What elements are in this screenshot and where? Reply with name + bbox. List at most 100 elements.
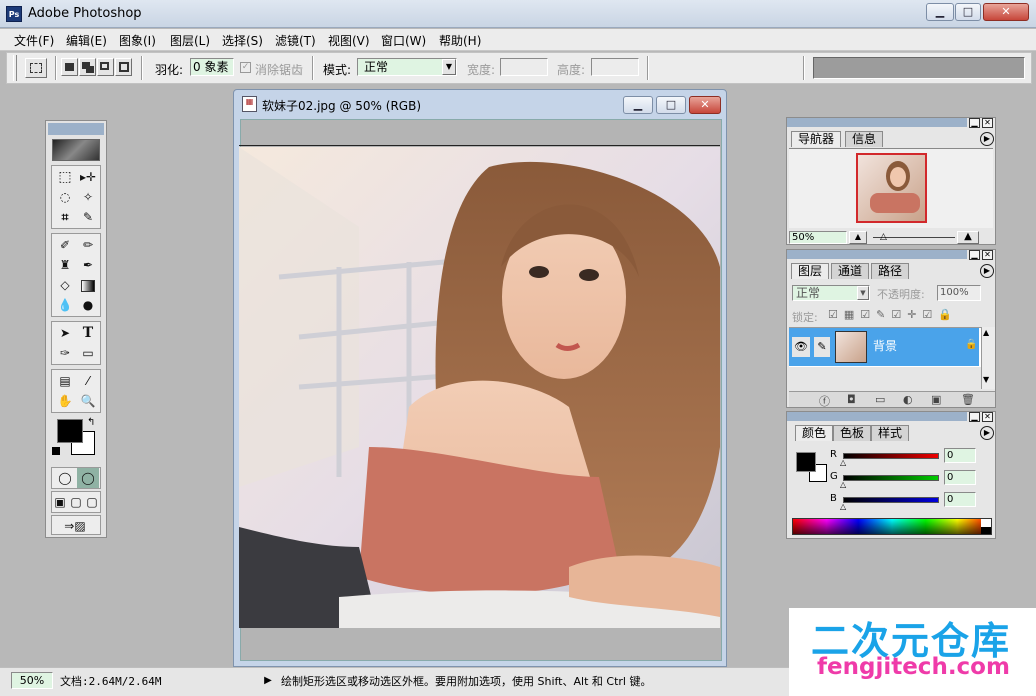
magic-wand-tool-icon[interactable]: ✧ (77, 187, 99, 207)
layer-thumbnail[interactable] (835, 331, 867, 363)
tab-channels[interactable]: 通道 (831, 263, 870, 279)
healing-brush-tool-icon[interactable]: ✐ (54, 235, 76, 255)
subtract-selection-button[interactable] (97, 58, 114, 76)
tab-navigator[interactable]: 导航器 (791, 131, 842, 147)
lasso-tool-icon[interactable]: ◌ (54, 187, 76, 207)
new-set-icon[interactable]: ▭ (875, 393, 885, 406)
layer-row-background[interactable]: 👁 ✎ 背景 🔒 (789, 328, 979, 366)
palette-close-icon[interactable]: ✕ (982, 250, 993, 260)
eraser-tool-icon[interactable]: ◇ (54, 275, 76, 295)
pen-tool-icon[interactable]: ✑ (54, 343, 76, 363)
channel-r-input[interactable]: 0 (944, 448, 976, 463)
adobe-online-icon[interactable] (52, 139, 100, 161)
history-brush-tool-icon[interactable]: ✒ (77, 255, 99, 275)
palette-well[interactable] (813, 57, 1025, 79)
palette-minimize-icon[interactable]: ▁ (969, 250, 980, 260)
channel-g-thumb[interactable]: △ (840, 480, 846, 489)
standard-mode-icon[interactable]: ◯ (54, 468, 76, 488)
menu-select[interactable]: 选择(S) (222, 32, 263, 49)
channel-g-input[interactable]: 0 (944, 470, 976, 485)
tab-swatches[interactable]: 色板 (833, 425, 872, 441)
menu-file[interactable]: 文件(F) (14, 32, 54, 49)
tools-palette-header[interactable] (48, 123, 104, 135)
gradient-tool-icon[interactable] (77, 275, 99, 295)
navigator-zoom-input[interactable]: 50% (789, 231, 847, 244)
default-colors-icon[interactable] (52, 447, 60, 455)
palette-close-icon[interactable]: ✕ (982, 412, 993, 422)
delete-layer-icon[interactable]: 🗑 (961, 393, 975, 406)
palette-close-icon[interactable]: ✕ (982, 118, 993, 128)
channel-g-slider[interactable] (843, 475, 939, 481)
menu-help[interactable]: 帮助(H) (439, 32, 481, 49)
color-ramp[interactable] (792, 518, 992, 535)
navigator-thumbnail[interactable] (856, 153, 927, 223)
full-screen-icon[interactable]: ▢ (84, 492, 100, 512)
blend-mode-select[interactable]: 正常 ▼ (792, 285, 870, 301)
color-header[interactable] (787, 412, 967, 421)
doc-minimize-button[interactable]: ▁ (623, 96, 653, 114)
foreground-color-swatch[interactable] (57, 419, 83, 443)
menu-layer[interactable]: 图层(L) (170, 32, 210, 49)
add-selection-button[interactable] (79, 58, 96, 76)
slice-tool-icon[interactable]: ✎ (77, 207, 99, 227)
opacity-input[interactable]: 100% (937, 285, 981, 301)
hand-tool-icon[interactable]: ✋ (54, 391, 76, 411)
menu-view[interactable]: 视图(V) (328, 32, 370, 49)
feather-input[interactable]: 0 象素 (190, 58, 234, 76)
jump-to-imageready-icon[interactable]: ⇒▨ (64, 516, 86, 536)
ramp-white[interactable] (981, 519, 991, 527)
layers-scrollbar[interactable]: ▲ ▼ (981, 327, 995, 389)
tab-styles[interactable]: 样式 (871, 425, 910, 441)
new-layer-icon[interactable]: ▣ (931, 393, 941, 406)
tab-layers[interactable]: 图层 (791, 263, 830, 279)
status-zoom-input[interactable]: 50% (11, 672, 53, 689)
path-select-tool-icon[interactable]: ➤ (54, 323, 76, 343)
palette-menu-icon[interactable]: ▶ (980, 132, 994, 146)
scroll-up-icon[interactable]: ▲ (983, 328, 989, 337)
rectangle-tool-icon[interactable]: ▭ (77, 343, 99, 363)
channel-b-thumb[interactable]: △ (840, 502, 846, 511)
layer-name[interactable]: 背景 (873, 337, 897, 354)
layer-brush-icon[interactable]: ✎ (814, 337, 830, 357)
layers-header[interactable] (787, 250, 967, 259)
notes-tool-icon[interactable]: ▤ (54, 371, 76, 391)
layer-mask-icon[interactable]: ◘ (847, 393, 856, 406)
ramp-black[interactable] (981, 527, 991, 534)
menu-window[interactable]: 窗口(W) (381, 32, 426, 49)
tab-info[interactable]: 信息 (845, 131, 884, 147)
channel-b-input[interactable]: 0 (944, 492, 976, 507)
menu-edit[interactable]: 编辑(E) (66, 32, 107, 49)
color-fg-swatch[interactable] (796, 452, 816, 472)
type-tool-icon[interactable]: T (77, 323, 99, 343)
minimize-button[interactable]: ▁ (926, 3, 954, 21)
palette-minimize-icon[interactable]: ▁ (969, 412, 980, 422)
full-screen-menu-icon[interactable]: ▢ (68, 492, 84, 512)
new-selection-button[interactable] (61, 58, 78, 76)
rect-marquee-tool-icon[interactable]: ⬚ (54, 167, 76, 187)
crop-tool-icon[interactable]: ⌗ (54, 207, 76, 227)
zoom-in-icon[interactable]: ▲ (957, 231, 979, 244)
brush-tool-icon[interactable]: ✏ (77, 235, 99, 255)
width-input[interactable] (500, 58, 548, 76)
zoom-out-icon[interactable]: ▲ (849, 231, 867, 244)
palette-menu-icon[interactable]: ▶ (980, 426, 994, 440)
quick-mask-mode-icon[interactable]: ◯ (77, 468, 99, 488)
doc-close-button[interactable]: ✕ (689, 96, 721, 114)
lock-options[interactable]: ☑▦☑✎☑✛☑🔒 (828, 308, 958, 321)
intersect-selection-button[interactable] (115, 58, 132, 76)
move-tool-icon[interactable]: ▸✛ (77, 167, 99, 187)
palette-menu-icon[interactable]: ▶ (980, 264, 994, 278)
swap-colors-icon[interactable]: ↰ (87, 417, 95, 428)
channel-r-slider[interactable] (843, 453, 939, 459)
mode-select[interactable]: 正常 ▼ (357, 58, 457, 76)
visibility-eye-icon[interactable]: 👁 (792, 337, 810, 357)
antialias-checkbox[interactable]: ✓ (240, 62, 251, 73)
doc-maximize-button[interactable]: □ (656, 96, 686, 114)
eyedropper-tool-icon[interactable]: ⁄ (77, 371, 99, 391)
blur-tool-icon[interactable]: 💧 (54, 295, 76, 315)
palette-minimize-icon[interactable]: ▁ (969, 118, 980, 128)
clone-stamp-tool-icon[interactable]: ♜ (54, 255, 76, 275)
close-button[interactable]: ✕ (983, 3, 1029, 21)
zoom-slider-thumb[interactable]: △ (880, 232, 887, 242)
chevron-down-icon[interactable]: ▼ (857, 286, 869, 300)
